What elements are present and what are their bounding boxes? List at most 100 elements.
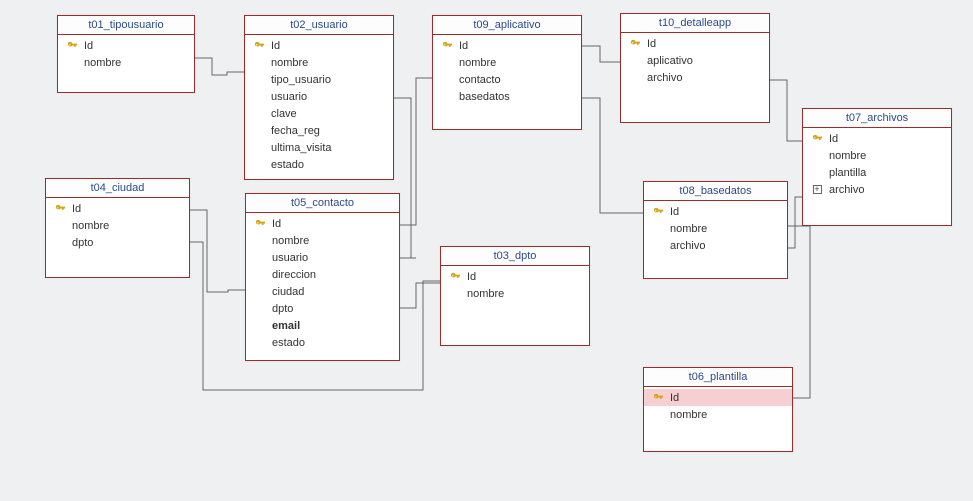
field-row[interactable]: Id xyxy=(245,37,393,54)
expand-icon: + xyxy=(809,185,825,194)
field-name: archivo xyxy=(825,184,864,196)
table-t10[interactable]: t10_detalleapp Idaplicativo archivo xyxy=(620,13,770,123)
primary-key-icon xyxy=(252,218,268,229)
field-row[interactable]: nombre xyxy=(433,54,581,71)
field-row[interactable]: usuario xyxy=(246,249,399,266)
field-row[interactable]: nombre xyxy=(644,220,787,237)
field-row[interactable]: nombre xyxy=(246,232,399,249)
field-row[interactable]: estado xyxy=(246,334,399,351)
field-name: estado xyxy=(267,159,304,171)
field-row[interactable]: Id xyxy=(433,37,581,54)
field-row[interactable]: +archivo xyxy=(803,181,951,198)
table-t09[interactable]: t09_aplicativo Id nombre contacto basedatos xyxy=(432,15,582,130)
primary-key-icon xyxy=(627,38,643,49)
field-row[interactable]: tipo_usuario xyxy=(245,71,393,88)
field-row[interactable]: archivo xyxy=(644,237,787,254)
table-t03[interactable]: t03_dpto Id nombre xyxy=(440,246,590,346)
field-row[interactable]: usuario xyxy=(245,88,393,105)
field-row[interactable]: basedatos xyxy=(433,88,581,105)
table-t06[interactable]: t06_plantilla Id nombre xyxy=(643,367,793,452)
table-body: Id nombre tipo_usuariousuarioclave fecha_re… xyxy=(245,35,393,179)
field-row[interactable]: nombre xyxy=(245,54,393,71)
table-header[interactable]: t09_aplicativo xyxy=(433,16,581,35)
table-header[interactable]: t05_contacto xyxy=(246,194,399,213)
field-row[interactable]: dpto xyxy=(46,234,189,251)
field-row[interactable]: nombre xyxy=(441,285,589,302)
table-t07[interactable]: t07_archivosIdnombreplantilla+archivo xyxy=(802,108,952,226)
field-row[interactable]: nombre xyxy=(46,217,189,234)
table-body: Id nombreusuario direccion ciudad dpto email e… xyxy=(246,213,399,357)
field-row[interactable]: Id xyxy=(46,200,189,217)
field-name: Id xyxy=(455,40,468,52)
field-name: dpto xyxy=(268,303,293,315)
field-name: nombre xyxy=(267,57,308,69)
field-row[interactable]: archivo xyxy=(621,69,769,86)
table-body: Id nombre xyxy=(644,387,792,429)
table-t04[interactable]: t04_ciudad Id nombre dpto xyxy=(45,178,190,278)
table-t01[interactable]: t01_tipousuario Id nombre xyxy=(57,15,195,93)
field-row[interactable]: estado xyxy=(245,156,393,173)
table-header[interactable]: t02_usuario xyxy=(245,16,393,35)
field-name: direccion xyxy=(268,269,316,281)
table-header[interactable]: t08_basedatos xyxy=(644,182,787,201)
field-row[interactable]: ciudad xyxy=(246,283,399,300)
table-header[interactable]: t03_dpto xyxy=(441,247,589,266)
field-name: ciudad xyxy=(268,286,304,298)
connector-t04-t05 xyxy=(190,210,245,292)
field-row[interactable]: Id xyxy=(621,35,769,52)
table-header[interactable]: t01_tipousuario xyxy=(58,16,194,35)
field-row[interactable]: ultima_visita xyxy=(245,139,393,156)
table-body: Idnombreplantilla+archivo xyxy=(803,128,951,204)
field-row[interactable]: clave xyxy=(245,105,393,122)
field-row[interactable]: nombre xyxy=(58,54,194,71)
field-name: nombre xyxy=(80,57,121,69)
field-row[interactable]: plantilla xyxy=(803,164,951,181)
field-name: nombre xyxy=(68,220,109,232)
table-t08[interactable]: t08_basedatos Id nombre archivo xyxy=(643,181,788,279)
field-row[interactable]: nombre xyxy=(803,147,951,164)
field-row[interactable]: dpto xyxy=(246,300,399,317)
table-t02[interactable]: t02_usuario Id nombre tipo_usuariousuariocl… xyxy=(244,15,394,180)
field-name: nombre xyxy=(825,150,866,162)
field-name: archivo xyxy=(666,240,705,252)
table-t05[interactable]: t05_contacto Id nombreusuario direccion ciud… xyxy=(245,193,400,361)
primary-key-icon xyxy=(251,40,267,51)
field-name: email xyxy=(268,320,300,332)
field-name: estado xyxy=(268,337,305,349)
table-body: Id nombre dpto xyxy=(46,198,189,257)
field-name: nombre xyxy=(463,288,504,300)
field-name: nombre xyxy=(666,223,707,235)
field-name: basedatos xyxy=(455,91,510,103)
field-name: Id xyxy=(268,218,281,230)
field-row[interactable]: fecha_reg xyxy=(245,122,393,139)
field-row[interactable]: nombre xyxy=(644,406,792,423)
connector-t05-t09 xyxy=(400,78,432,225)
table-header[interactable]: t07_archivos xyxy=(803,109,951,128)
field-name: Id xyxy=(825,133,838,145)
table-header[interactable]: t04_ciudad xyxy=(46,179,189,198)
field-row[interactable]: Id xyxy=(246,215,399,232)
table-body: Id nombre xyxy=(58,35,194,77)
field-name: nombre xyxy=(666,409,707,421)
field-name: contacto xyxy=(455,74,501,86)
field-name: ultima_visita xyxy=(267,142,332,154)
field-row[interactable]: Id xyxy=(441,268,589,285)
field-row[interactable]: Id xyxy=(58,37,194,54)
connector-t08-t07 xyxy=(788,197,802,248)
field-name: fecha_reg xyxy=(267,125,320,137)
primary-key-icon xyxy=(650,206,666,217)
field-name: Id xyxy=(666,206,679,218)
field-row[interactable]: email xyxy=(246,317,399,334)
table-header[interactable]: t06_plantilla xyxy=(644,368,792,387)
field-row[interactable]: aplicativo xyxy=(621,52,769,69)
connector-t01-t02 xyxy=(195,58,244,75)
field-name: archivo xyxy=(643,72,682,84)
table-header[interactable]: t10_detalleapp xyxy=(621,14,769,33)
field-row[interactable]: direccion xyxy=(246,266,399,283)
field-row[interactable]: contacto xyxy=(433,71,581,88)
connector-t05-t03 xyxy=(400,283,440,308)
field-row[interactable]: Id xyxy=(803,130,951,147)
field-row[interactable]: Id xyxy=(644,203,787,220)
primary-key-icon xyxy=(809,133,825,144)
field-row[interactable]: Id xyxy=(644,389,792,406)
